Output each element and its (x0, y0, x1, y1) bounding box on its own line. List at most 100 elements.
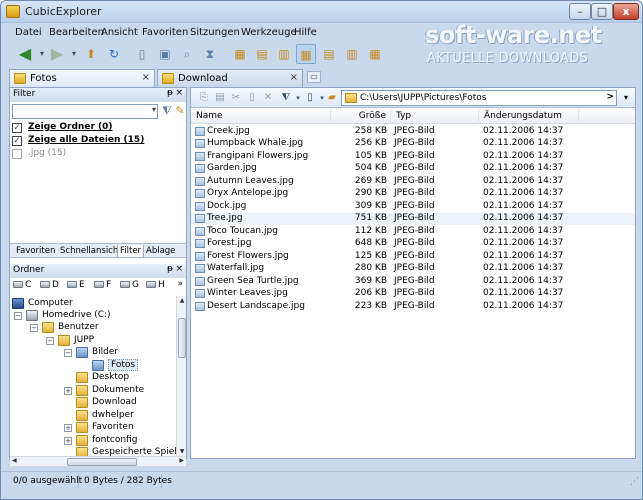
menu-ansicht[interactable]: Ansicht (101, 27, 138, 38)
address-dropdown-icon[interactable]: ▾ (619, 90, 633, 106)
file-row[interactable]: Toco Toucan.jpg 112 KB JPEG-Bild 02.11.2006… (191, 226, 635, 238)
expand-icon[interactable]: + (64, 437, 72, 445)
menu-datei[interactable]: Datei (15, 27, 42, 38)
minimize-button[interactable]: – (569, 3, 591, 20)
view-list-icon[interactable]: ▥ (274, 44, 294, 64)
paste-icon[interactable]: ▤ (213, 91, 227, 105)
tab-favoriten[interactable]: Favoriten (14, 245, 57, 258)
column-date[interactable]: Änderungsdatum (479, 109, 579, 124)
collapse-icon[interactable]: − (46, 337, 54, 345)
checkbox[interactable] (12, 149, 22, 159)
checkbox[interactable]: ✓ (12, 136, 22, 146)
scroll-thumb[interactable] (67, 458, 137, 466)
copy-icon[interactable]: ⎘ (197, 91, 211, 105)
tab-filter[interactable]: Filter (117, 245, 145, 258)
file-row[interactable]: Desert Landscape.jpg 223 KB JPEG-Bild 02.11… (191, 301, 635, 313)
tree-item-label: Bilder (92, 347, 119, 357)
view-large-icons-icon[interactable]: ▦ (230, 44, 250, 64)
view-filmstrip-icon[interactable]: ▦ (365, 44, 385, 64)
scroll-down-icon[interactable]: ▼ (177, 448, 187, 455)
file-row[interactable]: Garden.jpg 504 KB JPEG-Bild 02.11.2006 14:3… (191, 163, 635, 175)
folder-icon[interactable]: ▰ (325, 91, 339, 105)
scroll-right-icon[interactable]: ▶ (179, 457, 184, 464)
pin-icon[interactable]: ᵽ (167, 88, 173, 98)
menu-bearbeiten[interactable]: Bearbeiten (49, 27, 104, 38)
view-pane-icon[interactable]: ▣ (155, 44, 175, 64)
search-icon[interactable]: ⌕ (177, 44, 197, 64)
filter-tool-icon[interactable]: ⧗ (200, 44, 220, 64)
collapse-icon[interactable]: − (64, 349, 72, 357)
file-row[interactable]: Humpback Whale.jpg 256 KB JPEG-Bild 02.11.2… (191, 138, 635, 150)
file-type: JPEG-Bild (394, 276, 435, 286)
expand-icon[interactable]: + (64, 424, 72, 432)
new-document-icon[interactable]: ▯ (132, 44, 152, 64)
tree-vertical-scrollbar[interactable]: ▲ ▼ (176, 296, 186, 456)
view-details-icon[interactable]: ▦ (296, 44, 316, 64)
filter-tag-icon[interactable]: ✎ (173, 104, 187, 118)
resize-grip-icon[interactable]: ⋰ (630, 477, 639, 487)
close-button[interactable]: x (613, 3, 639, 20)
column-name[interactable]: Name (191, 109, 331, 124)
cut-icon[interactable]: ✂ (229, 91, 243, 105)
file-row-selected[interactable]: Tree.jpg 751 KB JPEG-Bild 02.11.2006 14:37 (191, 213, 635, 225)
panel-close-icon[interactable]: × (175, 264, 183, 274)
collapse-icon[interactable]: − (30, 324, 38, 332)
drive-c[interactable]: C (13, 280, 31, 292)
delete-icon[interactable]: ✕ (261, 91, 275, 105)
filter-input[interactable]: ▾ (12, 104, 158, 119)
file-row[interactable]: Green Sea Turtle.jpg 369 KB JPEG-Bild 02.11… (191, 276, 635, 288)
tree-horizontal-scrollbar[interactable]: ◀ ▶ (10, 456, 186, 466)
tab-close-icon[interactable]: × (142, 72, 150, 83)
view-tiles-icon[interactable]: ▥ (342, 44, 362, 64)
filter-funnel-icon[interactable]: ⧨ (160, 104, 174, 118)
drive-f[interactable]: F (94, 280, 111, 292)
panel-close-icon[interactable]: × (175, 88, 183, 98)
tab-download[interactable]: Download × (157, 69, 303, 87)
file-row[interactable]: Frangipani Flowers.jpg 105 KB JPEG-Bild 02.… (191, 151, 635, 163)
maximize-button[interactable]: □ (591, 3, 613, 20)
expand-icon[interactable]: + (64, 387, 72, 395)
new-tab-icon[interactable]: ▭ (307, 71, 321, 83)
go-icon[interactable]: > (606, 92, 614, 102)
column-size[interactable]: Größe (331, 109, 391, 124)
drive-h[interactable]: H (146, 280, 165, 292)
file-row[interactable]: Winter Leaves.jpg 206 KB JPEG-Bild 02.11.20… (191, 288, 635, 300)
drive-label: C (25, 280, 32, 290)
view-thumbnails-icon[interactable]: ▤ (319, 44, 339, 64)
file-row[interactable]: Forest.jpg 648 KB JPEG-Bild 02.11.2006 14:3… (191, 238, 635, 250)
tab-fotos[interactable]: Fotos × (9, 69, 155, 87)
scroll-left-icon[interactable]: ◀ (12, 457, 17, 464)
file-row[interactable]: Forest Flowers.jpg 125 KB JPEG-Bild 02.11.2… (191, 251, 635, 263)
scroll-thumb[interactable] (178, 318, 186, 358)
tab-close-icon[interactable]: × (290, 72, 298, 83)
file-row[interactable]: Creek.jpg 258 KB JPEG-Bild 02.11.2006 14:37 (191, 126, 635, 138)
menu-favoriten[interactable]: Favoriten (142, 27, 188, 38)
logo-sub: AKTUELLE DOWNLOADS (427, 51, 589, 66)
pin-icon[interactable]: ᵽ (167, 264, 173, 274)
drive-e[interactable]: E (67, 280, 85, 292)
view-small-icons-icon[interactable]: ▤ (252, 44, 272, 64)
file-name: Winter Leaves.jpg (207, 288, 288, 298)
address-bar[interactable]: C:\Users\JUPP\Pictures\Fotos > (341, 90, 617, 106)
rename-icon[interactable]: ▯ (245, 91, 259, 105)
menu-hilfe[interactable]: Hilfe (294, 27, 317, 38)
file-size: 269 KB (354, 176, 387, 186)
collapse-icon[interactable]: − (14, 312, 22, 320)
column-type[interactable]: Typ (391, 109, 479, 124)
menu-werkzeuge[interactable]: Werkzeuge (241, 27, 297, 38)
refresh-icon[interactable]: ↻ (104, 44, 124, 64)
folder-up-icon[interactable]: ⬆ (81, 44, 101, 64)
menu-sitzungen[interactable]: Sitzungen (190, 27, 240, 38)
drive-d[interactable]: D (40, 280, 59, 292)
more-drives-icon[interactable]: » (177, 279, 183, 289)
file-row[interactable]: Oryx Antelope.jpg 290 KB JPEG-Bild 02.11.20… (191, 188, 635, 200)
drive-g[interactable]: G (120, 280, 139, 292)
tab-schnellansicht[interactable]: Schnellansicht (58, 245, 124, 258)
tab-ablage[interactable]: Ablage (144, 245, 177, 258)
scroll-up-icon[interactable]: ▲ (177, 297, 187, 304)
file-row[interactable]: Waterfall.jpg 280 KB JPEG-Bild 02.11.2006 1… (191, 263, 635, 275)
checkbox[interactable]: ✓ (12, 123, 22, 133)
file-row[interactable]: Dock.jpg 309 KB JPEG-Bild 02.11.2006 14:37 (191, 201, 635, 213)
filter-dropdown-icon[interactable]: ▾ (152, 105, 156, 114)
file-row[interactable]: Autumn Leaves.jpg 269 KB JPEG-Bild 02.11.20… (191, 176, 635, 188)
